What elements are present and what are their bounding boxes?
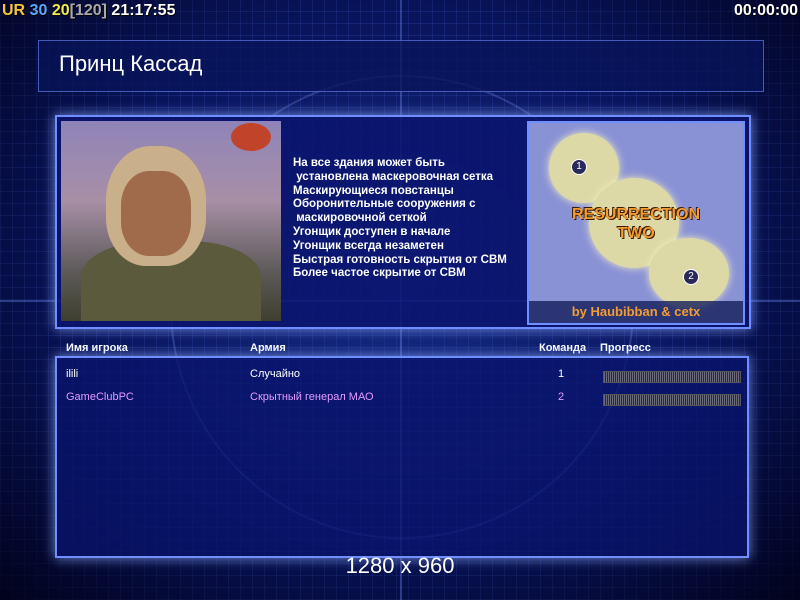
title-frame: Принц Кассад	[38, 40, 764, 92]
map-credit: by Haubibban & cetx	[529, 301, 743, 323]
header-progress: Прогресс	[600, 342, 651, 354]
header-team: Команда	[539, 342, 587, 354]
start-position-2: 2	[683, 269, 699, 285]
page-title: Принц Кассад	[59, 51, 203, 76]
player-row: ilili Случайно 1	[57, 364, 747, 384]
general-features-list: На все здания может быть установлена мас…	[293, 157, 507, 280]
players-list: ilili Случайно 1 GameClubPC Скрытный ген…	[55, 356, 749, 558]
hud-frame: 20	[51, 2, 70, 19]
general-portrait	[61, 121, 281, 321]
resolution-label: 1280 x 960	[345, 553, 455, 578]
hud-frame-bracket: [120]	[69, 2, 107, 19]
header-army: Армия	[250, 342, 286, 354]
portrait-sun	[231, 123, 271, 151]
player-team: 1	[558, 368, 565, 380]
player-army: Скрытный генерал МАО	[250, 391, 374, 403]
hud-ur: UR	[2, 2, 26, 19]
hud-timer: 00:00:00	[733, 2, 798, 19]
player-name: ilili	[66, 368, 79, 380]
hud-fps: 30	[29, 2, 48, 19]
portrait-face	[121, 171, 191, 256]
briefing-panel: На все здания может быть установлена мас…	[55, 115, 751, 329]
map-preview: 1 2 RESURRECTION TWO by Haubibban & cetx	[527, 121, 745, 325]
hud-clock: 21:17:55	[111, 2, 176, 19]
header-player-name: Имя игрока	[66, 342, 128, 354]
map-title: RESURRECTION TWO	[571, 206, 700, 242]
loading-progress-bar	[603, 371, 741, 383]
start-position-1: 1	[571, 159, 587, 175]
loading-progress-bar	[603, 394, 741, 406]
player-team: 2	[558, 391, 565, 403]
player-name: GameClubPC	[66, 391, 134, 403]
hud-status: UR 30 20[120] 21:17:55	[2, 0, 175, 22]
player-army: Случайно	[250, 368, 301, 380]
player-row: GameClubPC Скрытный генерал МАО 2	[57, 387, 747, 407]
